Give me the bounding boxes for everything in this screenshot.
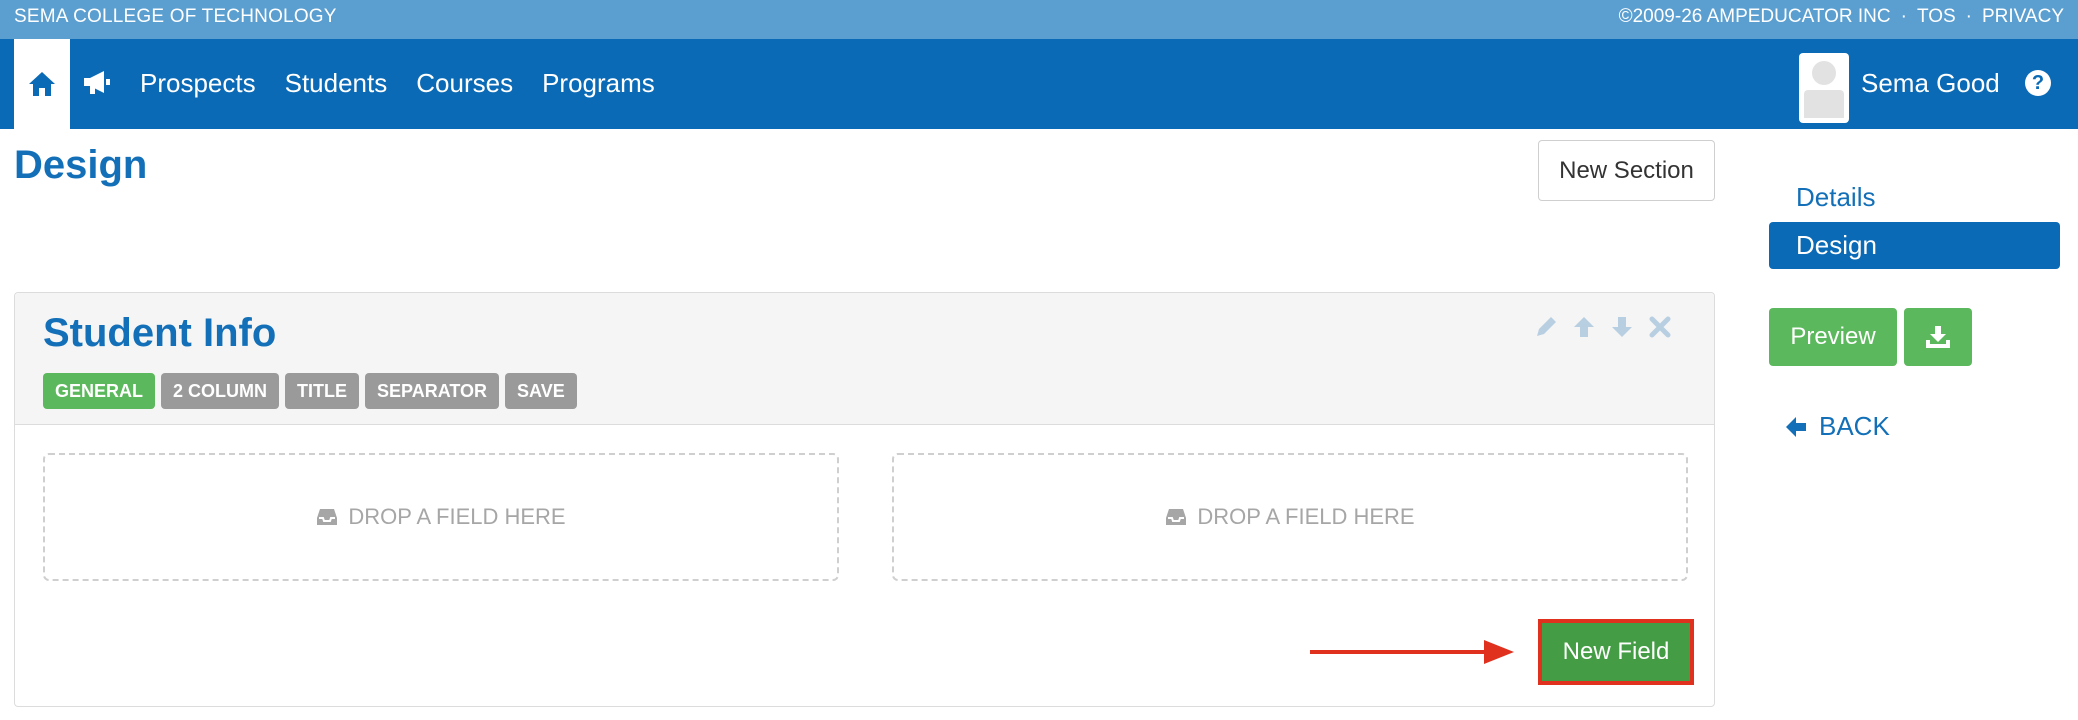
announcements-button[interactable] (80, 65, 114, 99)
nav-links: Prospects Students Courses Programs (140, 68, 655, 99)
section-header: Student Info GENERAL 2 COLUMN TITLE SEPA… (15, 293, 1714, 425)
nav-programs[interactable]: Programs (542, 68, 655, 99)
separator-dot: · (1965, 6, 1972, 27)
download-button[interactable] (1904, 308, 1972, 366)
inbox-icon (317, 509, 338, 525)
avatar-body (1804, 90, 1844, 118)
top-strip: SEMA COLLEGE OF TECHNOLOGY ©2009-26 AMPE… (0, 0, 2078, 39)
arrow-up-icon[interactable] (1570, 313, 1598, 341)
badge-title[interactable]: TITLE (285, 373, 360, 409)
badge-general[interactable]: GENERAL (43, 373, 156, 409)
sidebar-item-design[interactable]: Design (1769, 222, 2060, 269)
nav-students[interactable]: Students (285, 68, 388, 99)
home-icon (29, 72, 55, 96)
pencil-icon[interactable] (1532, 313, 1560, 341)
arrow-left-icon (1786, 416, 1806, 437)
close-icon[interactable] (1646, 313, 1674, 341)
sidebar-item-details[interactable]: Details (1796, 182, 1875, 213)
section-badges: GENERAL 2 COLUMN TITLE SEPARATOR SAVE (43, 373, 577, 409)
sidebar-item-label: Design (1796, 230, 1877, 260)
inbox-icon (1166, 509, 1187, 525)
home-tab[interactable] (14, 39, 70, 129)
dropzone-label: DROP A FIELD HERE (1197, 504, 1415, 529)
separator-dot: · (1900, 6, 1907, 27)
dropzone-label: DROP A FIELD HERE (348, 504, 566, 529)
new-field-button[interactable]: New Field (1538, 619, 1694, 685)
download-icon (1926, 326, 1950, 348)
annotation-arrow (1310, 640, 1514, 664)
school-name: SEMA COLLEGE OF TECHNOLOGY (14, 6, 337, 27)
preview-button[interactable]: Preview (1769, 308, 1897, 366)
section-title: Student Info (43, 311, 277, 355)
arrow-down-icon[interactable] (1608, 313, 1636, 341)
avatar-head (1812, 61, 1836, 85)
avatar[interactable] (1799, 53, 1849, 123)
dropzone-left[interactable]: DROP A FIELD HERE (43, 453, 839, 581)
new-section-button[interactable]: New Section (1538, 140, 1715, 201)
legal-links: ©2009-26 AMPEDUCATOR INC · TOS · PRIVACY (1619, 6, 2064, 28)
copyright-text: ©2009-26 AMPEDUCATOR INC (1618, 6, 1891, 27)
tos-link[interactable]: TOS (1917, 6, 1956, 28)
page-title: Design (14, 143, 148, 187)
main-navbar: Prospects Students Courses Programs Sema… (0, 39, 2078, 129)
user-name[interactable]: Sema Good (1861, 68, 2000, 99)
privacy-link[interactable]: PRIVACY (1982, 6, 2064, 28)
back-label: BACK (1819, 411, 1890, 441)
badge-2-column[interactable]: 2 COLUMN (161, 373, 280, 409)
megaphone-icon (84, 71, 110, 94)
badge-separator[interactable]: SEPARATOR (365, 373, 500, 409)
section-tools (1532, 313, 1674, 341)
back-link[interactable]: BACK (1783, 411, 1890, 442)
help-icon[interactable]: ? (2025, 70, 2051, 96)
badge-save[interactable]: SAVE (505, 373, 577, 409)
dropzone-right[interactable]: DROP A FIELD HERE (892, 453, 1688, 581)
nav-prospects[interactable]: Prospects (140, 68, 256, 99)
nav-courses[interactable]: Courses (416, 68, 513, 99)
